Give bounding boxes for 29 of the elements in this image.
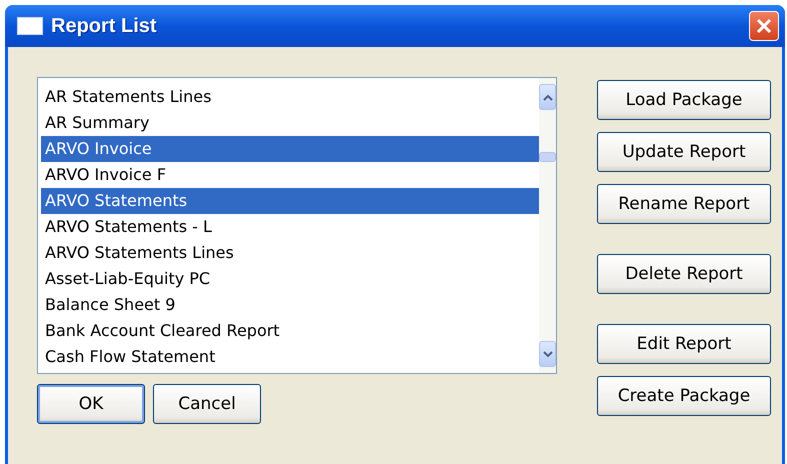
close-icon	[755, 17, 773, 35]
action-button[interactable]: Edit Report	[597, 324, 771, 364]
close-button[interactable]	[749, 11, 779, 41]
scroll-up-button[interactable]	[539, 84, 556, 110]
report-item[interactable]: ARVO Invoice F	[41, 162, 539, 188]
report-item[interactable]: Cash Flow Statement	[41, 344, 539, 370]
scrollbar[interactable]	[539, 78, 556, 373]
report-item[interactable]: ARVO Statements Lines	[41, 240, 539, 266]
caret-down-icon	[542, 350, 552, 358]
action-button[interactable]: Update Report	[597, 132, 771, 172]
action-button[interactable]: Load Package	[597, 80, 771, 120]
action-button[interactable]: Delete Report	[597, 254, 771, 294]
scroll-thumb[interactable]	[539, 152, 556, 162]
report-item[interactable]: Asset-Liab-Equity PC	[41, 266, 539, 292]
window-title: Report List	[51, 14, 158, 38]
report-item[interactable]: AR Statements Lines	[41, 84, 539, 110]
report-item[interactable]: AR Summary	[41, 110, 539, 136]
cancel-button[interactable]: Cancel	[153, 384, 261, 424]
report-item[interactable]: ARVO Invoice	[41, 136, 539, 162]
caret-up-icon	[542, 94, 552, 100]
scroll-down-button[interactable]	[539, 341, 556, 367]
action-button[interactable]: Create Package	[597, 376, 771, 416]
ok-button[interactable]: OK	[37, 384, 145, 424]
report-item[interactable]: Balance Sheet 9	[41, 292, 539, 318]
report-item[interactable]: Bank Account Cleared Report	[41, 318, 539, 344]
report-item[interactable]: ARVO Statements - L	[41, 214, 539, 240]
action-button[interactable]: Rename Report	[597, 184, 771, 224]
window-icon	[17, 17, 43, 35]
report-item[interactable]: ARVO Statements	[41, 188, 539, 214]
